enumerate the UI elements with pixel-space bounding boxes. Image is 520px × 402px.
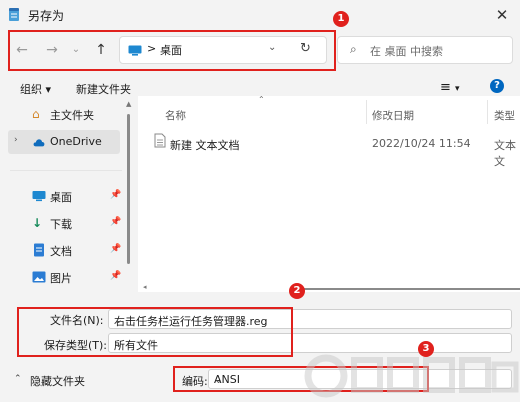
sidebar-item-desktop[interactable]: 桌面 📌 xyxy=(8,184,121,208)
column-header-modified[interactable]: 修改日期 xyxy=(372,108,414,123)
pin-icon[interactable]: 📌 xyxy=(110,190,121,200)
desktop-icon xyxy=(32,191,46,202)
chevron-right-icon[interactable]: › xyxy=(14,135,18,145)
sort-up-icon: ⌃ xyxy=(258,95,265,104)
window-title: 另存为 xyxy=(28,9,65,23)
chevron-up-icon[interactable]: ⌃ xyxy=(14,374,22,384)
close-button[interactable]: ✕ xyxy=(491,4,513,26)
pane-divider xyxy=(10,170,122,171)
download-icon: ↓ xyxy=(32,216,43,230)
annotation-badge-2: 2 xyxy=(289,283,305,299)
hide-folders-button[interactable]: 隐藏文件夹 xyxy=(30,373,85,389)
search-placeholder: 在 桌面 中搜索 xyxy=(370,45,443,58)
sidebar-item-downloads[interactable]: ↓ 下载 📌 xyxy=(8,211,121,235)
column-divider[interactable] xyxy=(487,100,488,124)
cloud-icon xyxy=(33,139,45,147)
file-modified: 2022/10/24 11:54 xyxy=(372,137,471,150)
column-header-type[interactable]: 类型 xyxy=(494,108,515,123)
sidebar-item-documents[interactable]: 文档 📌 xyxy=(8,238,121,262)
home-icon: ⌂ xyxy=(32,107,40,121)
file-name: 新建 文本文档 xyxy=(170,139,240,152)
column-header-name[interactable]: 名称 xyxy=(165,108,186,123)
file-list xyxy=(138,96,520,292)
organize-button[interactable]: 组织 ▾ xyxy=(20,81,51,97)
help-icon[interactable]: ? xyxy=(490,79,504,93)
title-bar xyxy=(0,0,520,30)
file-type: 文本文 xyxy=(494,139,516,168)
watermark-logo xyxy=(304,354,519,398)
document-icon xyxy=(34,243,44,257)
new-folder-button[interactable]: 新建文件夹 xyxy=(76,81,131,97)
sidebar-item-home[interactable]: ⌂ 主文件夹 xyxy=(8,102,120,126)
sidebar-item-pictures[interactable]: 图片 📌 xyxy=(8,265,121,289)
pin-icon[interactable]: 📌 xyxy=(110,217,121,227)
text-file-icon xyxy=(154,133,166,148)
annotation-badge-1: 1 xyxy=(333,11,349,27)
annotation-box-1 xyxy=(8,30,336,71)
annotation-box-2 xyxy=(17,307,293,357)
sidebar-item-onedrive[interactable]: › OneDrive xyxy=(8,130,120,154)
search-icon: ⌕ xyxy=(350,42,357,56)
nav-pane-scrollbar[interactable]: ▲ xyxy=(124,100,132,292)
search-box[interactable]: ⌕ 在 桌面 中搜索 xyxy=(337,36,513,64)
column-divider[interactable] xyxy=(366,100,367,124)
view-options-icon[interactable]: ≡ ▾ xyxy=(440,80,460,95)
pin-icon[interactable]: 📌 xyxy=(110,244,121,254)
pin-icon[interactable]: 📌 xyxy=(110,271,121,281)
notepad-icon xyxy=(9,8,19,21)
pictures-icon xyxy=(32,271,46,283)
